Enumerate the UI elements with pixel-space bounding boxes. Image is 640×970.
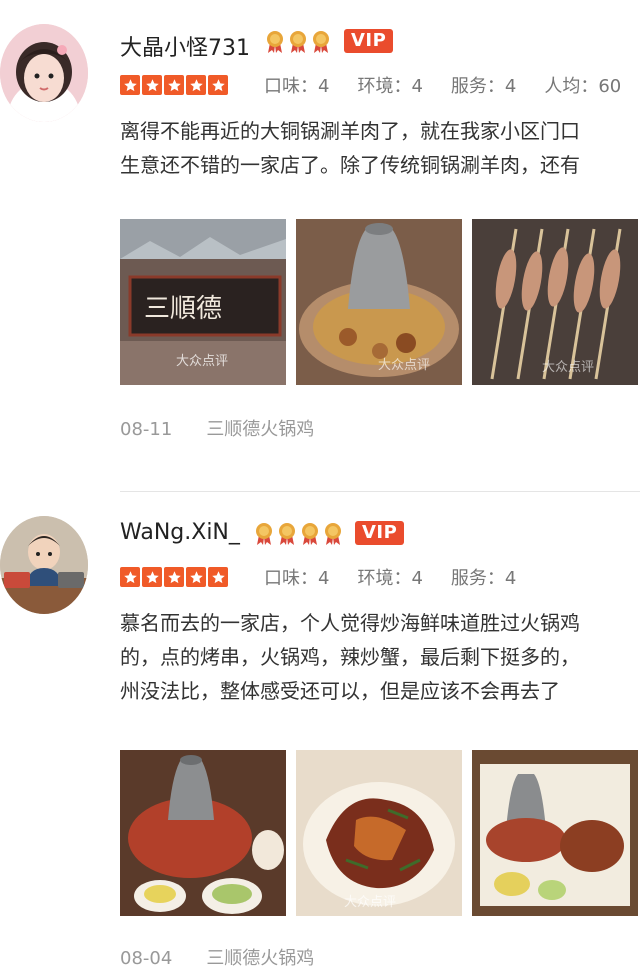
review-meta: 08-04 三顺德火锅鸡: [120, 944, 314, 970]
star-icon: [208, 567, 228, 587]
review-meta: 08-11 三顺德火锅鸡: [120, 415, 314, 441]
score-breakdown: 口味：4 环境：4 服务：4: [264, 564, 544, 590]
storefront-sign-photo[interactable]: 三順德 大众点评: [120, 219, 286, 385]
medal-badges: [265, 30, 331, 54]
score-breakdown: 口味：4 环境：4 服务：4 人均：60: [264, 72, 640, 98]
sign-text: 三順德: [144, 294, 222, 324]
review-date: 08-04: [120, 948, 173, 969]
watermark-text: 大众点评: [344, 895, 396, 910]
lamb-skewers-photo[interactable]: 大众点评: [472, 219, 638, 385]
star-icon: [142, 567, 162, 587]
photo-strip: 三順德 大众点评 大众点评 大众点评: [120, 219, 638, 385]
score-service: 服务：4: [450, 568, 517, 589]
medal-badges: [254, 522, 343, 546]
spicy-crab-plate-photo[interactable]: 大众点评: [296, 750, 462, 916]
username[interactable]: WaNg.XiN_: [120, 520, 240, 545]
copper-hotpot-photo[interactable]: 大众点评: [296, 219, 462, 385]
username[interactable]: 大晶小怪731: [120, 30, 250, 62]
medal-icon: [302, 523, 318, 545]
shop-name[interactable]: 三顺德火锅鸡: [206, 419, 314, 440]
vip-badge: VIP: [344, 29, 394, 53]
review-text[interactable]: 离得不能再近的大铜锅涮羊肉了，就在我家小区门口 生意还不错的一家店了。除了传统铜…: [120, 114, 640, 182]
review-text-line: 生意还不错的一家店了。除了传统铜锅涮羊肉，还有: [120, 153, 580, 177]
medal-icon: [325, 523, 341, 545]
star-icon: [164, 567, 184, 587]
medal-icon: [279, 523, 295, 545]
avatar[interactable]: [0, 24, 88, 122]
medal-icon: [290, 31, 306, 53]
review-text-line: 州没法比，整体感受还可以，但是应该不会再去了: [120, 679, 560, 703]
avatar-image: [0, 24, 88, 122]
review-text-line: 慕名而去的一家店，个人觉得炒海鲜味道胜过火锅鸡: [120, 611, 580, 635]
score-environment: 环境：4: [357, 568, 423, 589]
review-text-line: 离得不能再近的大铜锅涮羊肉了，就在我家小区门口: [120, 119, 580, 143]
hotpot-spread-photo[interactable]: [472, 750, 638, 916]
star-icon: [120, 75, 140, 95]
star-icon: [186, 567, 206, 587]
star-icon: [142, 75, 162, 95]
review-card: WaNg.XiN_ VIP 口味：4 环境：4 服务：4 慕名而去的一家店，个人觉得…: [0, 492, 640, 969]
score-taste: 口味：4: [264, 76, 330, 97]
star-icon: [186, 75, 206, 95]
watermark-text: 大众点评: [542, 360, 594, 375]
score-environment: 环境：4: [357, 76, 423, 97]
medal-icon: [313, 31, 329, 53]
hotpot-table-photo[interactable]: [120, 750, 286, 916]
avatar[interactable]: [0, 516, 88, 614]
score-per-person: 人均：60: [544, 76, 622, 97]
review-text-line: 的，点的烤串，火锅鸡，辣炒蟹，最后剩下挺多的，: [120, 645, 580, 669]
medal-icon: [267, 31, 283, 53]
star-rating: [120, 567, 228, 587]
star-icon: [120, 567, 140, 587]
avatar-image: [0, 516, 88, 614]
star-rating: [120, 75, 228, 95]
medal-icon: [256, 523, 272, 545]
star-icon: [164, 75, 184, 95]
vip-badge: VIP: [355, 521, 405, 545]
shop-name[interactable]: 三顺德火锅鸡: [206, 948, 314, 969]
star-icon: [208, 75, 228, 95]
photo-strip: 大众点评: [120, 750, 638, 916]
score-taste: 口味：4: [264, 568, 330, 589]
review-date: 08-11: [120, 419, 173, 440]
watermark-text: 大众点评: [176, 354, 228, 369]
watermark-text: 大众点评: [378, 358, 430, 373]
review-card: 大晶小怪731 VIP 口味：4 环境：4 服务：4 人均：60 离得不能再近的大铜锅…: [0, 0, 640, 470]
score-service: 服务：4: [450, 76, 517, 97]
review-text[interactable]: 慕名而去的一家店，个人觉得炒海鲜味道胜过火锅鸡 的，点的烤串，火锅鸡，辣炒蟹，最…: [120, 606, 640, 708]
